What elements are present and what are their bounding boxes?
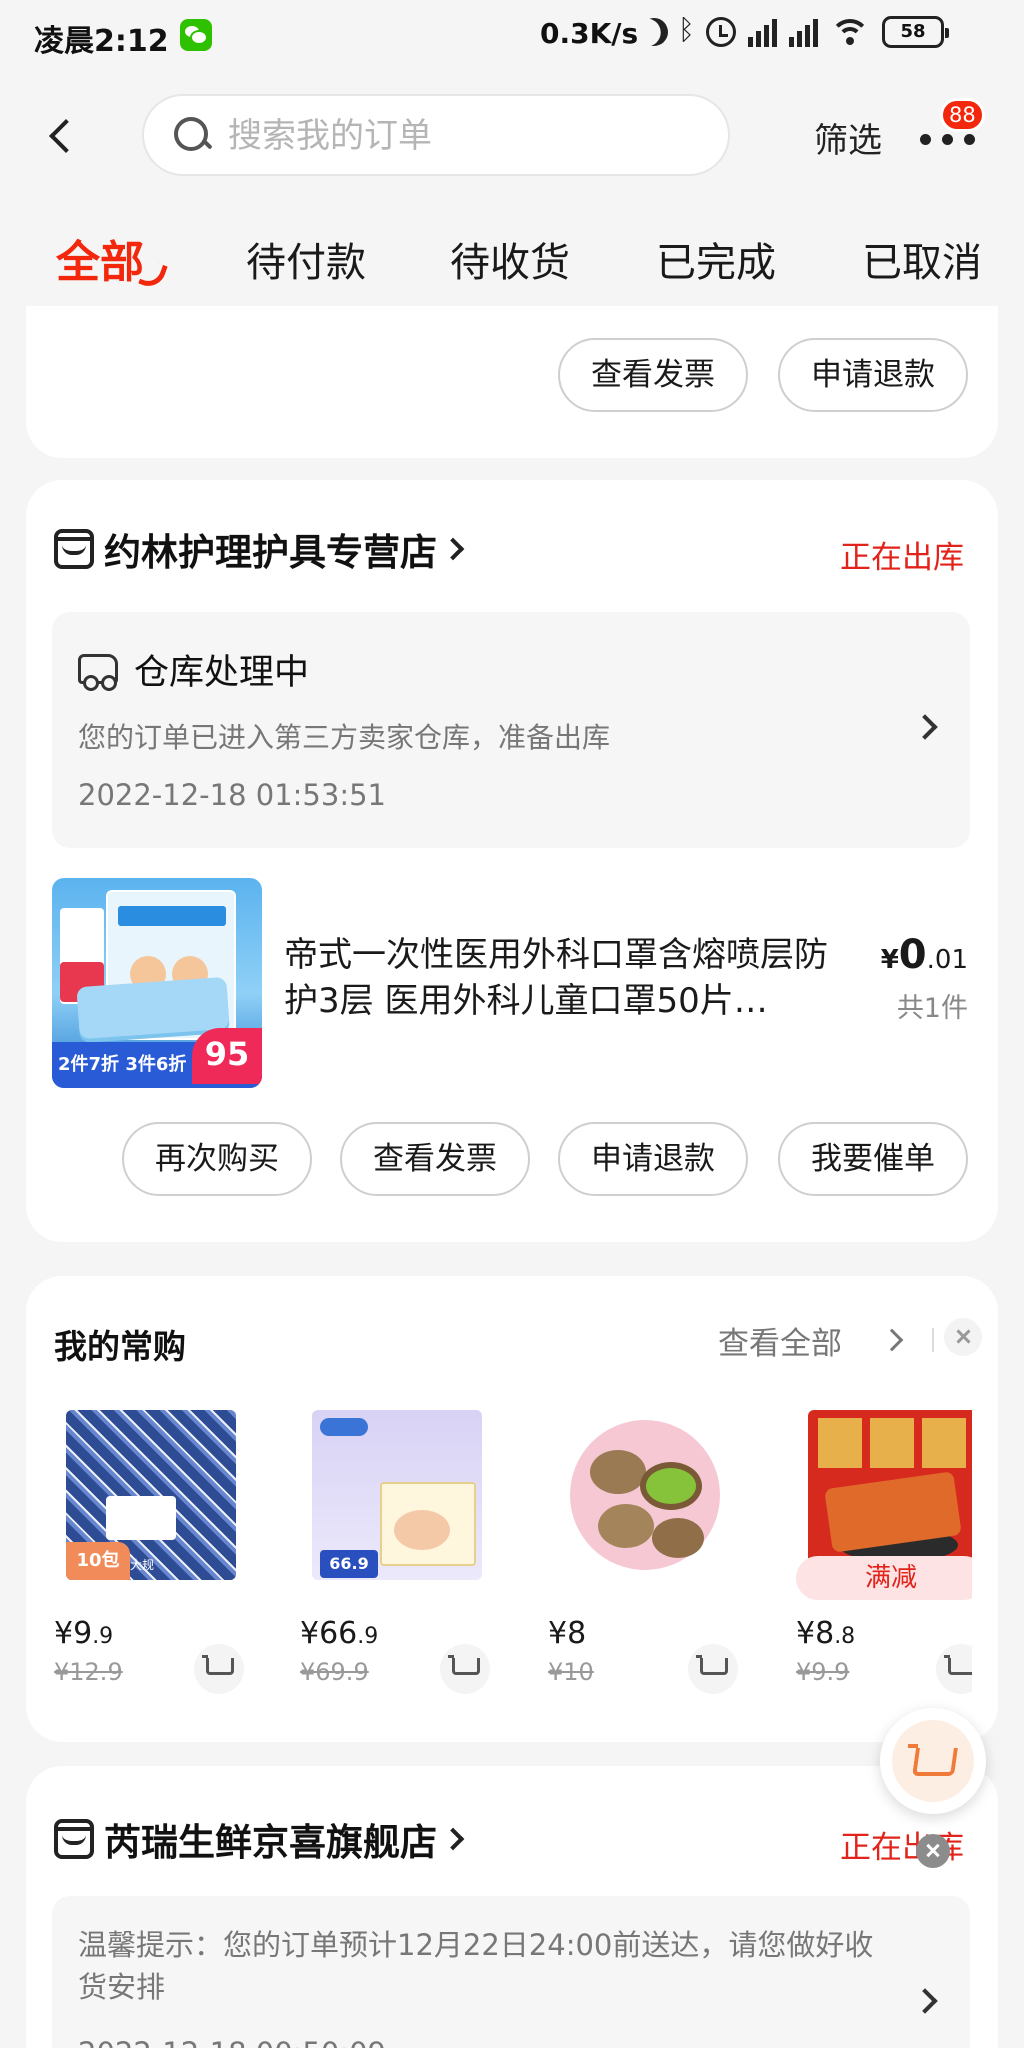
search-icon — [174, 117, 212, 155]
chevron-right-icon — [441, 1827, 465, 1851]
filter-button[interactable]: 筛选 — [814, 113, 882, 162]
item-price: ¥9.9 — [54, 1616, 114, 1651]
back-button[interactable] — [46, 116, 76, 156]
battery-icon: 58 — [882, 16, 949, 48]
request-refund-button[interactable]: 申请退款 — [558, 1122, 748, 1196]
add-to-cart-icon[interactable] — [194, 1644, 244, 1694]
status-icons: 58 — [640, 13, 949, 48]
frequent-purchases-card: 我的常购 查看全部 10包 大规格:170*140mm ¥9.9 ¥12.9 6… — [26, 1276, 998, 1742]
tab-completed[interactable]: 已完成 — [656, 230, 776, 288]
product-title[interactable]: 帝式一次性医用外科口罩含熔喷层防护3层 医用外科儿童口罩50片… — [284, 932, 844, 1024]
add-to-cart-icon[interactable] — [440, 1644, 490, 1694]
truck-icon — [78, 654, 118, 691]
product-image — [808, 1410, 972, 1580]
delivery-tip-panel[interactable]: 温馨提示：您的订单预计12月22日24:00前送达，请您做好收货安排 2022-… — [52, 1896, 970, 2048]
divider — [932, 1328, 934, 1352]
request-refund-button[interactable]: 申请退款 — [778, 338, 968, 412]
tab-pending-receipt[interactable]: 待收货 — [450, 230, 570, 288]
discount-tag: 满减 — [796, 1556, 972, 1600]
close-icon[interactable] — [944, 1318, 982, 1356]
store-link[interactable]: 约林护理护具专营店 — [54, 522, 465, 576]
product-quantity: 共1件 — [896, 993, 968, 1024]
status-bar: 凌晨2:12 0.3K/s 58 — [0, 0, 1024, 72]
floating-cart-button[interactable] — [880, 1708, 986, 1814]
mask-graphic — [76, 976, 230, 1040]
item-original-price: ¥12.9 — [54, 1658, 123, 1686]
signal-icon — [789, 17, 818, 47]
product-image: 66.9 — [312, 1410, 482, 1580]
frequent-item[interactable]: 满减 ¥8.8 ¥9.9 — [796, 1410, 972, 1710]
view-invoice-button[interactable]: 查看发票 — [558, 338, 748, 412]
product-image-badge: 95 — [192, 1028, 262, 1084]
store-icon — [54, 529, 94, 569]
store-name: 约林护理护具专营店 — [104, 531, 437, 574]
tab-pending-payment[interactable]: 待付款 — [246, 230, 366, 288]
alarm-icon — [706, 17, 736, 47]
tracking-time: 2022-12-18 00:50:09 — [78, 2036, 386, 2048]
item-price: ¥66.9 — [300, 1616, 379, 1651]
signal-hd-icon — [748, 17, 777, 47]
bluetooth-icon — [678, 13, 695, 47]
product-image — [560, 1410, 730, 1580]
search-bar[interactable] — [142, 94, 730, 176]
network-speed: 0.3K/s — [540, 17, 639, 50]
close-floating-cart-icon[interactable] — [916, 1834, 950, 1868]
item-original-price: ¥9.9 — [796, 1658, 850, 1686]
tab-cancelled[interactable]: 已取消 — [862, 230, 982, 288]
tracking-desc: 您的订单已进入第三方卖家仓库，准备出库 — [78, 721, 611, 754]
store-icon — [54, 1819, 94, 1859]
chevron-right-icon — [912, 714, 938, 740]
frequent-item[interactable]: 66.9 ¥66.9 ¥69.9 — [300, 1410, 500, 1710]
tracking-title: 仓库处理中 — [134, 653, 310, 693]
chevron-right-icon — [912, 1988, 938, 2014]
chevron-right-icon — [441, 537, 465, 561]
view-invoice-button[interactable]: 查看发票 — [340, 1122, 530, 1196]
buy-again-button[interactable]: 再次购买 — [122, 1122, 312, 1196]
urge-order-button[interactable]: 我要催单 — [778, 1122, 968, 1196]
do-not-disturb-icon — [636, 14, 672, 50]
wechat-notification-icon — [180, 19, 212, 51]
add-to-cart-icon[interactable] — [936, 1644, 972, 1694]
tab-all[interactable]: 全部 — [56, 226, 144, 290]
cart-icon — [892, 1720, 974, 1802]
product-image: 10包 大规格:170*140mm — [66, 1410, 236, 1580]
order-status: 正在出库 — [840, 540, 964, 576]
item-original-price: ¥10 — [548, 1658, 594, 1686]
add-to-cart-icon[interactable] — [688, 1644, 738, 1694]
order-card: 约林护理护具专营店 正在出库 仓库处理中 您的订单已进入第三方卖家仓库，准备出库… — [26, 480, 998, 1242]
item-price: ¥8 — [548, 1616, 587, 1651]
search-input[interactable] — [228, 108, 708, 164]
wifi-icon — [830, 17, 870, 47]
message-badge: 88 — [940, 98, 985, 132]
frequent-item[interactable]: ¥8 ¥10 — [548, 1410, 748, 1710]
item-original-price: ¥69.9 — [300, 1658, 369, 1686]
tracking-panel[interactable]: 仓库处理中 您的订单已进入第三方卖家仓库，准备出库 2022-12-18 01:… — [52, 612, 970, 848]
tracking-time: 2022-12-18 01:53:51 — [78, 778, 386, 812]
status-time: 凌晨2:12 — [34, 24, 169, 59]
product-price: ¥0.01 — [880, 932, 968, 978]
item-price: ¥8.8 — [796, 1616, 856, 1651]
frequent-item[interactable]: 10包 大规格:170*140mm ¥9.9 ¥12.9 — [54, 1410, 254, 1710]
chevron-right-icon — [880, 1328, 904, 1352]
order-card-previous: 查看发票 申请退款 — [26, 306, 998, 458]
product-image[interactable]: 2件7折 3件6折 95 — [52, 878, 262, 1088]
store-link[interactable]: 芮瑞生鲜京喜旗舰店 — [54, 1812, 465, 1866]
view-all-link[interactable]: 查看全部 — [718, 1318, 842, 1363]
store-name: 芮瑞生鲜京喜旗舰店 — [104, 1821, 437, 1864]
section-title: 我的常购 — [54, 1327, 186, 1366]
delivery-tip: 温馨提示：您的订单预计12月22日24:00前送达，请您做好收货安排 — [78, 1928, 874, 2004]
order-card: 芮瑞生鲜京喜旗舰店 正在出库 温馨提示：您的订单预计12月22日24:00前送达… — [26, 1766, 998, 2048]
